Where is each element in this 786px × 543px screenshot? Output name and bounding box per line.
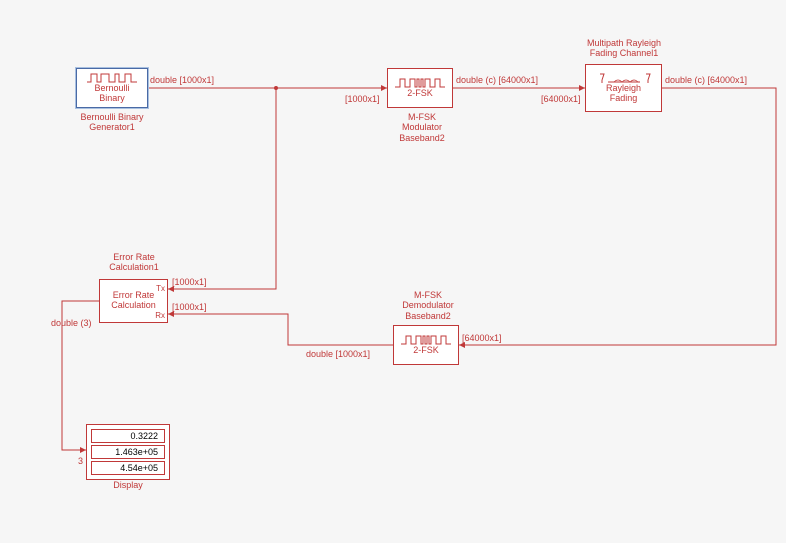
block-error-rate-calculation[interactable]: Error Rate Calculation Tx Rx [99,279,168,323]
signal-errorrate-tx: [1000x1] [172,277,207,287]
display-value-3: 4.54e+05 [91,461,165,475]
signal-display-in: 3 [78,456,83,466]
block-bernoulli-label: Bernoulli Binary Generator1 [72,112,152,133]
signal-demodulator-out: double [1000x1] [306,349,370,359]
display-value-1: 0.3222 [91,429,165,443]
block-bernoulli-title-2: Binary [99,94,125,104]
signal-errorrate-rx: [1000x1] [172,302,207,312]
block-mfsk-modulator[interactable]: 2-FSK [387,68,453,108]
block-modulator-label: M-FSK Modulator Baseband2 [395,112,449,143]
signal-errorrate-out: double (3) [51,318,92,328]
block-errorrate-label: Error Rate Calculation1 [107,252,161,273]
block-errorrate-title-2: Calculation [111,301,156,311]
port-tx: Tx [156,284,165,293]
display-value-2: 1.463e+05 [91,445,165,459]
block-demodulator-label: M-FSK Demodulator Baseband2 [398,290,458,321]
block-bernoulli-binary-generator[interactable]: Bernoulli Binary [76,68,148,108]
signal-channel-out: double (c) [64000x1] [665,75,747,85]
signal-modulator-out: double (c) [64000x1] [456,75,538,85]
port-rx: Rx [155,311,165,320]
block-display-label: Display [112,480,144,490]
block-demodulator-title: 2-FSK [413,346,439,356]
signal-demodulator-in: [64000x1] [462,333,502,343]
block-display[interactable]: 0.3222 1.463e+05 4.54e+05 [86,424,170,480]
block-mfsk-demodulator[interactable]: 2-FSK [393,325,459,365]
signal-bernoulli-out: double [1000x1] [150,75,214,85]
signal-modulator-in: [1000x1] [345,94,380,104]
block-modulator-title: 2-FSK [407,89,433,99]
simulink-canvas[interactable]: Bernoulli Binary Bernoulli Binary Genera… [0,0,786,543]
signal-channel-in: [64000x1] [541,94,581,104]
block-rayleigh-channel[interactable]: Rayleigh Fading [585,64,662,112]
block-channel-title-2: Fading [610,94,638,104]
block-channel-label: Multipath Rayleigh Fading Channel1 [582,38,666,59]
